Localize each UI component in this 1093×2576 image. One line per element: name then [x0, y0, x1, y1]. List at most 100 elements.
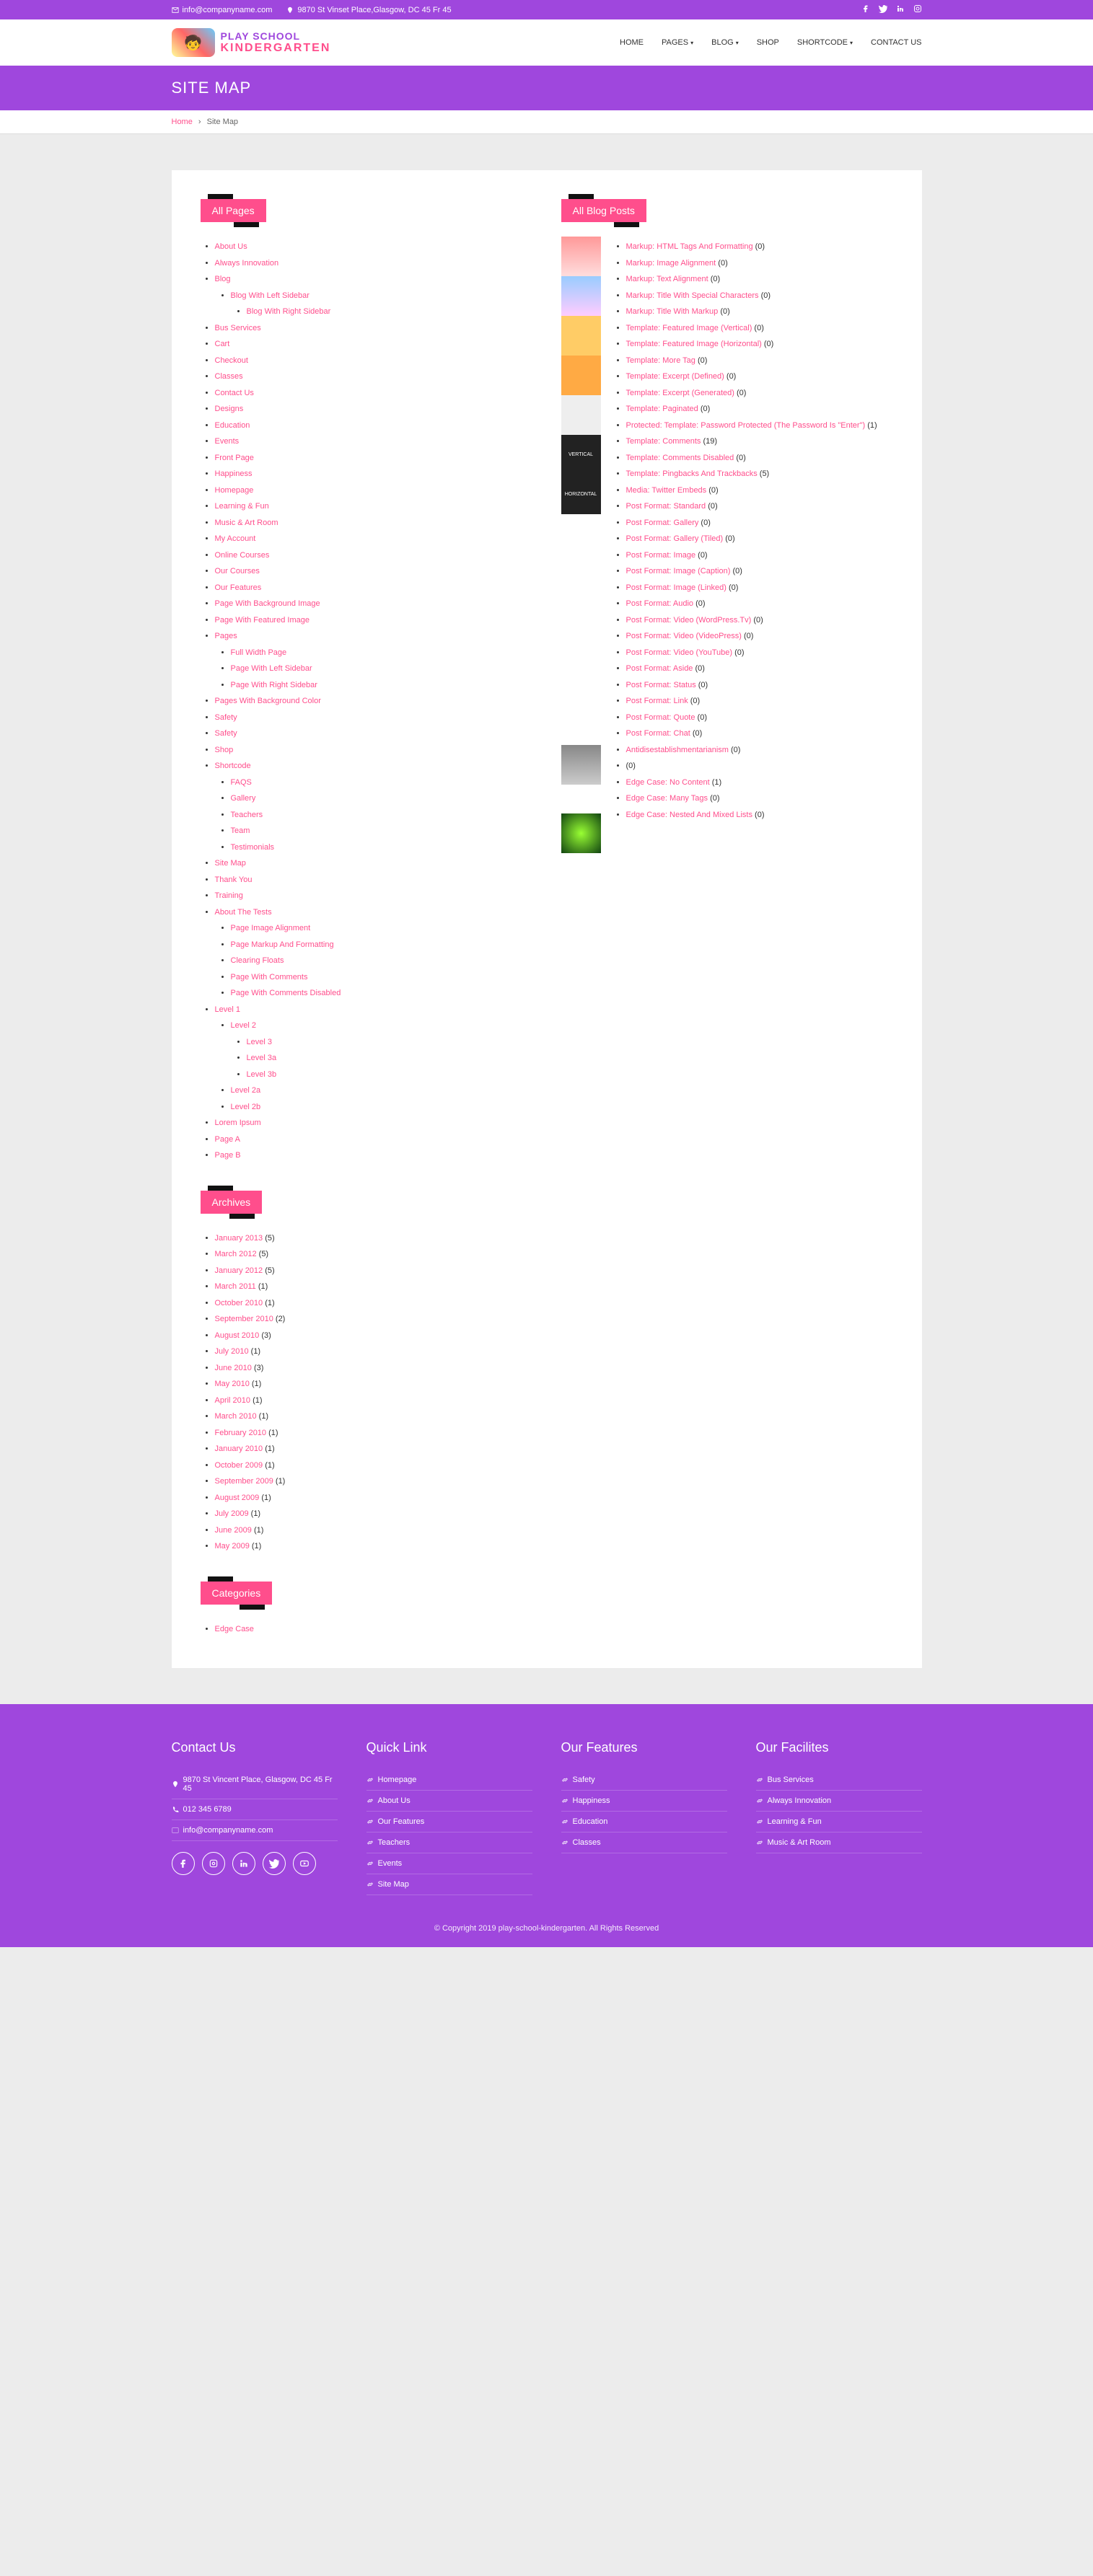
nav-home[interactable]: HOME: [620, 38, 644, 47]
footer-link[interactable]: Safety: [561, 1770, 727, 1791]
footer-youtube-icon[interactable]: [293, 1852, 316, 1875]
page-link[interactable]: Online Courses: [215, 551, 270, 560]
linkedin-icon[interactable]: [896, 4, 905, 15]
page-link[interactable]: Front Page: [215, 454, 254, 462]
thumb[interactable]: [561, 813, 601, 853]
page-link[interactable]: Page With Comments: [231, 973, 308, 982]
nav-shortcode[interactable]: SHORTCODE ▾: [797, 38, 853, 47]
page-link[interactable]: Events: [215, 437, 240, 446]
page-link[interactable]: Level 3b: [247, 1070, 277, 1079]
page-link[interactable]: Edge Case: Many Tags: [626, 794, 708, 803]
footer-facebook-icon[interactable]: [172, 1852, 195, 1875]
page-link[interactable]: Post Format: Chat: [626, 729, 690, 738]
footer-twitter-icon[interactable]: [263, 1852, 286, 1875]
page-link[interactable]: About Us: [215, 242, 247, 251]
page-link[interactable]: Designs: [215, 405, 244, 413]
page-link[interactable]: About The Tests: [215, 908, 272, 917]
page-link[interactable]: Post Format: Video (YouTube): [626, 648, 733, 657]
page-link[interactable]: Teachers: [231, 811, 263, 819]
page-link[interactable]: Template: Featured Image (Vertical): [626, 324, 752, 332]
page-link[interactable]: Level 3a: [247, 1054, 277, 1062]
page-link[interactable]: Our Features: [215, 583, 262, 592]
thumb[interactable]: [561, 745, 601, 785]
page-link[interactable]: Pages With Background Color: [215, 697, 321, 705]
page-link[interactable]: Level 1: [215, 1005, 240, 1014]
page-link[interactable]: Page B: [215, 1151, 241, 1160]
page-link[interactable]: Template: Paginated: [626, 405, 698, 413]
page-link[interactable]: Post Format: Gallery (Tiled): [626, 534, 724, 543]
thumb-horizontal[interactable]: HORIZONTAL: [561, 475, 601, 514]
page-link[interactable]: Page With Right Sidebar: [231, 681, 317, 689]
logo[interactable]: 🧒 PLAY SCHOOL KINDERGARTEN: [172, 28, 331, 57]
page-link[interactable]: Testimonials: [231, 843, 275, 852]
page-link[interactable]: Team: [231, 826, 250, 835]
page-link[interactable]: Blog With Right Sidebar: [247, 307, 331, 316]
page-link[interactable]: Level 3: [247, 1038, 272, 1046]
page-link[interactable]: Template: Comments: [626, 437, 701, 446]
page-link[interactable]: Level 2b: [231, 1103, 261, 1111]
thumb[interactable]: [561, 395, 601, 435]
page-link[interactable]: Music & Art Room: [215, 519, 278, 527]
page-link[interactable]: Thank You: [215, 875, 253, 884]
page-link[interactable]: Page Markup And Formatting: [231, 940, 334, 949]
page-link[interactable]: Training: [215, 891, 243, 900]
page-link[interactable]: Template: Excerpt (Generated): [626, 389, 734, 397]
nav-blog[interactable]: BLOG ▾: [711, 38, 739, 47]
page-link[interactable]: Safety: [215, 729, 237, 738]
page-link[interactable]: Homepage: [215, 486, 254, 495]
page-link[interactable]: Markup: Image Alignment: [626, 259, 716, 268]
footer-link[interactable]: About Us: [366, 1791, 532, 1812]
page-link[interactable]: Post Format: Quote: [626, 713, 695, 722]
page-link[interactable]: Post Format: Image: [626, 551, 696, 560]
page-link[interactable]: Markup: Title With Special Characters: [626, 291, 759, 300]
page-link[interactable]: Page With Featured Image: [215, 616, 310, 625]
page-link[interactable]: Level 2: [231, 1021, 256, 1030]
page-link[interactable]: Pages: [215, 632, 237, 640]
page-link[interactable]: February 2010: [215, 1429, 267, 1437]
page-link[interactable]: Post Format: Video (VideoPress): [626, 632, 742, 640]
footer-linkedin-icon[interactable]: [232, 1852, 255, 1875]
page-link[interactable]: Level 2a: [231, 1086, 261, 1095]
page-link[interactable]: Page A: [215, 1135, 240, 1144]
footer-link[interactable]: Site Map: [366, 1874, 532, 1895]
footer-link[interactable]: Homepage: [366, 1770, 532, 1791]
page-link[interactable]: July 2010: [215, 1347, 249, 1356]
footer-instagram-icon[interactable]: [202, 1852, 225, 1875]
page-link[interactable]: Full Width Page: [231, 648, 287, 657]
page-link[interactable]: May 2009: [215, 1542, 250, 1551]
breadcrumb-home[interactable]: Home: [172, 118, 193, 126]
page-link[interactable]: Post Format: Gallery: [626, 519, 699, 527]
page-link[interactable]: Template: Featured Image (Horizontal): [626, 340, 762, 348]
footer-link[interactable]: Teachers: [366, 1832, 532, 1853]
topbar-email[interactable]: info@companyname.com: [172, 6, 273, 14]
thumb[interactable]: [561, 237, 601, 276]
thumb-vertical[interactable]: VERTICAL: [561, 435, 601, 475]
footer-link[interactable]: Our Features: [366, 1812, 532, 1832]
page-link[interactable]: Contact Us: [215, 389, 254, 397]
footer-link[interactable]: Classes: [561, 1832, 727, 1853]
footer-link[interactable]: Music & Art Room: [756, 1832, 922, 1853]
page-link[interactable]: Markup: Title With Markup: [626, 307, 719, 316]
page-link[interactable]: June 2010: [215, 1364, 252, 1372]
page-link[interactable]: January 2010: [215, 1444, 263, 1453]
page-link[interactable]: Cart: [215, 340, 230, 348]
page-link[interactable]: Blog With Left Sidebar: [231, 291, 310, 300]
page-link[interactable]: Post Format: Image (Caption): [626, 567, 731, 575]
page-link[interactable]: Classes: [215, 372, 243, 381]
page-link[interactable]: Post Format: Status: [626, 681, 696, 689]
page-link[interactable]: August 2010: [215, 1331, 260, 1340]
page-link[interactable]: March 2011: [215, 1282, 256, 1291]
footer-link[interactable]: Learning & Fun: [756, 1812, 922, 1832]
page-link[interactable]: My Account: [215, 534, 256, 543]
twitter-icon[interactable]: [879, 4, 887, 15]
thumb[interactable]: [561, 276, 601, 316]
page-link[interactable]: Protected: Template: Password Protected …: [626, 421, 866, 430]
thumb[interactable]: [561, 356, 601, 395]
page-link[interactable]: Post Format: Link: [626, 697, 688, 705]
page-link[interactable]: Page With Left Sidebar: [231, 664, 312, 673]
page-link[interactable]: Edge Case: Nested And Mixed Lists: [626, 811, 752, 819]
page-link[interactable]: Template: Pingbacks And Trackbacks: [626, 469, 758, 478]
page-link[interactable]: Bus Services: [215, 324, 261, 332]
page-link[interactable]: January 2013: [215, 1234, 263, 1243]
page-link[interactable]: Blog: [215, 275, 231, 283]
